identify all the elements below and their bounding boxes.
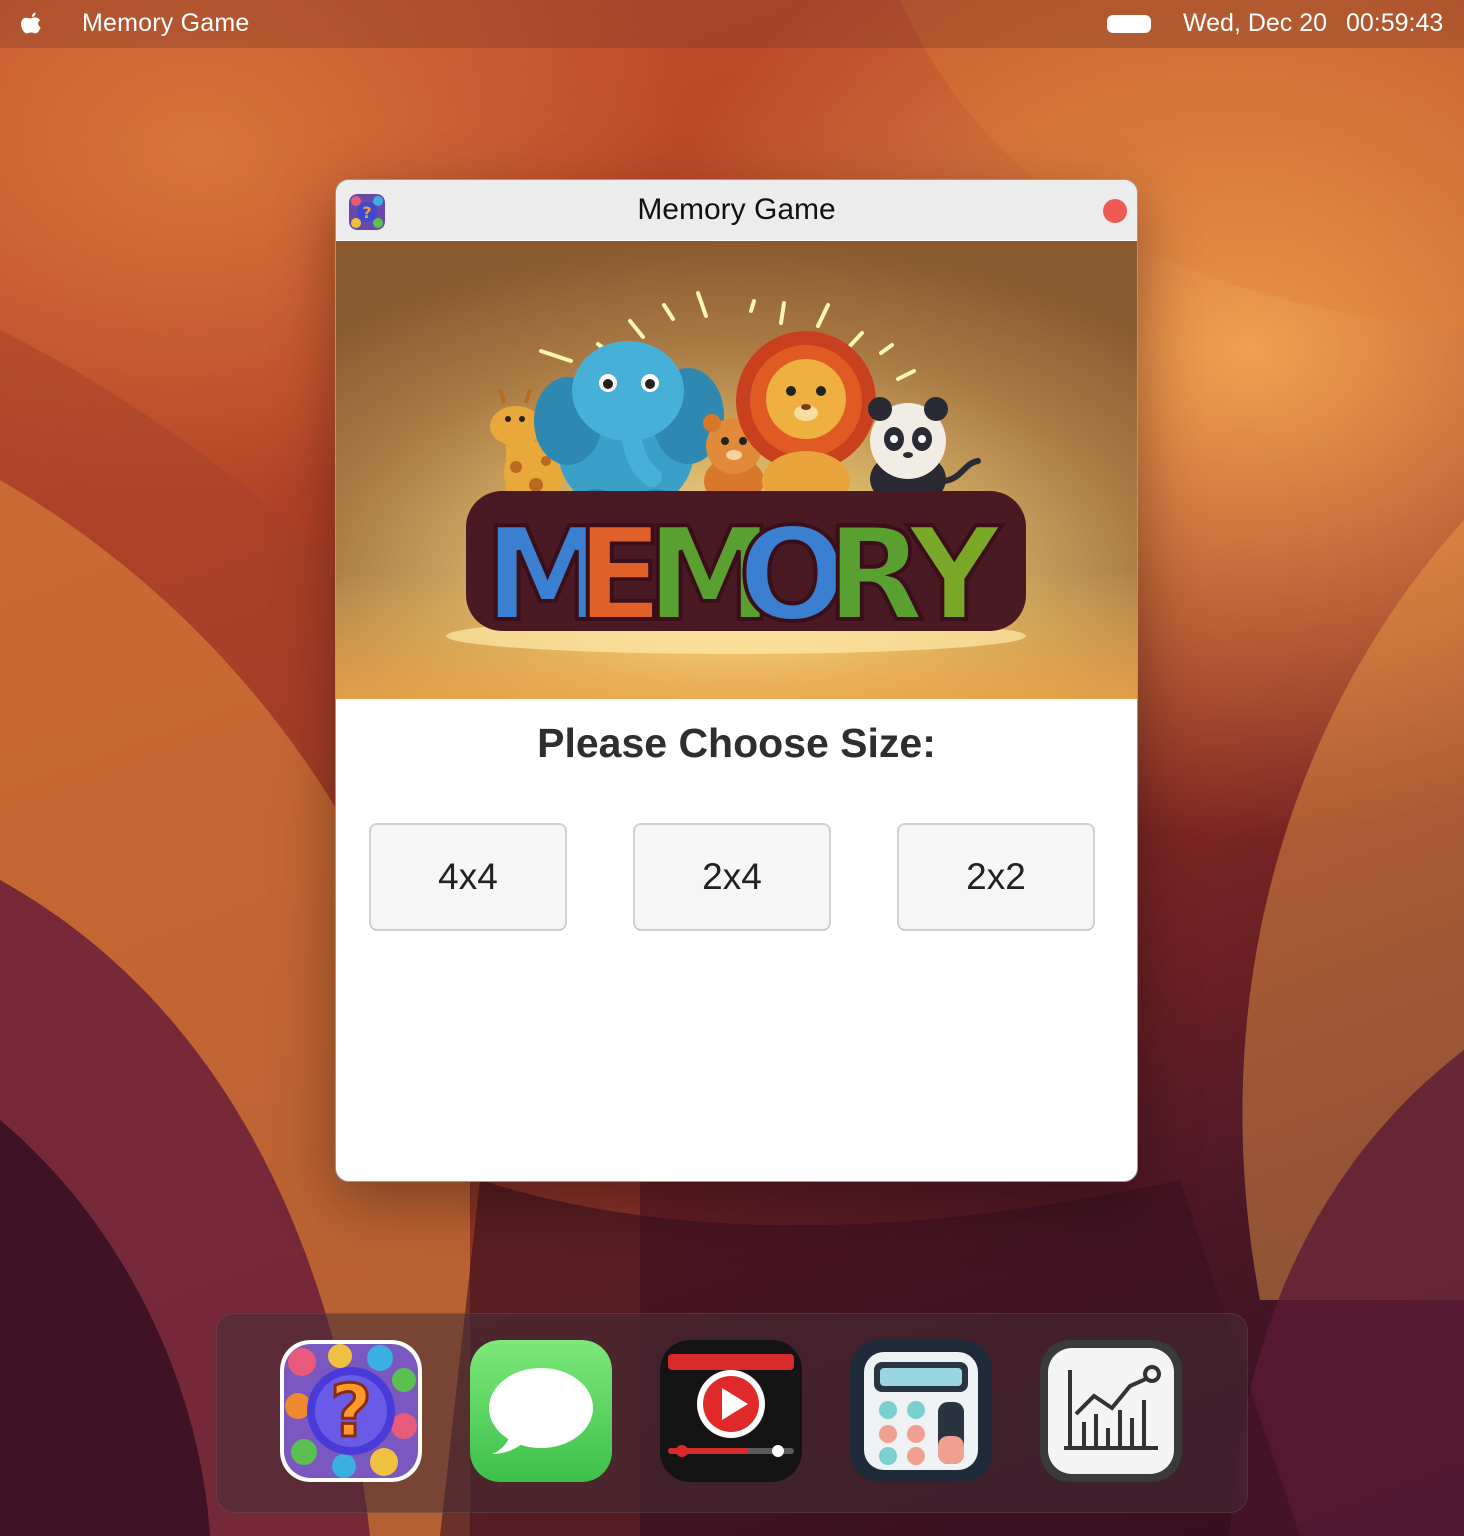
memory-banner-image: M E M O R Y — [336, 241, 1137, 699]
dock-stocks-icon[interactable] — [1040, 1340, 1182, 1482]
menu-bar-app-name[interactable]: Memory Game — [82, 9, 250, 38]
menu-bar: Memory Game Wed, Dec 20 00:59:43 — [0, 0, 1464, 48]
dock-memory-game-icon[interactable]: ? — [280, 1340, 422, 1482]
memory-game-window: ? Memory Game M E M O R Y Please Choose … — [335, 179, 1138, 1182]
dock-messages-icon[interactable] — [470, 1340, 612, 1482]
size-4x4-button[interactable]: 4x4 — [369, 823, 567, 931]
menu-bar-date[interactable]: Wed, Dec 20 — [1183, 9, 1327, 38]
window-title: Memory Game — [637, 193, 836, 226]
svg-text:Y: Y — [906, 501, 1002, 650]
window-title-bar[interactable]: ? Memory Game — [336, 180, 1137, 240]
close-button[interactable] — [1103, 199, 1127, 223]
dock-calculator-icon[interactable] — [850, 1340, 992, 1482]
apple-menu-icon[interactable] — [16, 9, 44, 39]
svg-text:?: ? — [330, 1369, 372, 1453]
battery-icon[interactable] — [1106, 14, 1152, 34]
size-prompt: Please Choose Size: — [537, 720, 936, 766]
size-2x4-button[interactable]: 2x4 — [633, 823, 831, 931]
dock-video-player-icon[interactable] — [660, 1340, 802, 1482]
size-2x2-button[interactable]: 2x2 — [897, 823, 1095, 931]
menu-bar-clock[interactable]: 00:59:43 — [1346, 9, 1443, 38]
dock: ? — [216, 1313, 1248, 1513]
